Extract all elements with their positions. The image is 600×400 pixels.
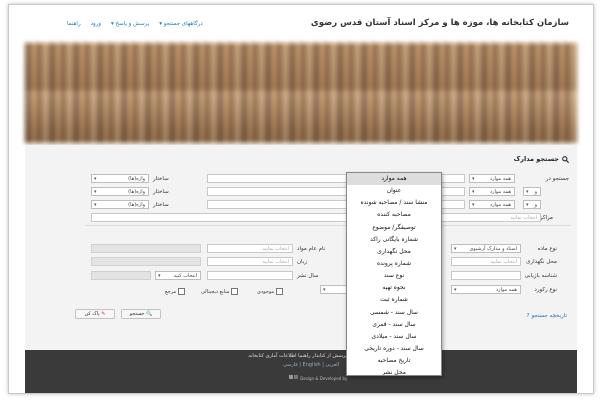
dropdown-option[interactable]: نحوه تهیه bbox=[347, 282, 441, 294]
credit-text: Design & Developed by bbox=[289, 374, 347, 381]
dropdown-option[interactable]: شماره ثبت bbox=[347, 294, 441, 306]
dropdown-option[interactable]: توصیفگر/ موضوع bbox=[347, 222, 441, 234]
filter-box-2 bbox=[91, 257, 201, 266]
history-link[interactable]: تاریخچه جستجو ? bbox=[527, 313, 567, 319]
nav-portals[interactable]: درگاههای جستجو ▾ bbox=[159, 21, 202, 27]
location-label: محل نگهداری bbox=[526, 259, 557, 265]
browser-frame: سازمان کتابخانه ها، موزه ها و مرکز اسناد… bbox=[8, 4, 594, 394]
available-checkbox[interactable]: موجودی bbox=[257, 288, 284, 295]
language-label: زبان bbox=[297, 259, 307, 265]
reference-checkbox[interactable]: مرجع bbox=[165, 288, 186, 295]
help-icon: ? bbox=[526, 313, 530, 319]
dropdown-option[interactable]: عنوان bbox=[347, 185, 441, 197]
reference-checkbox-label: مرجع bbox=[165, 288, 177, 295]
retrieval-id-input[interactable] bbox=[451, 271, 521, 280]
search-icon bbox=[562, 155, 569, 163]
field-select-1[interactable]: همه موارد bbox=[469, 174, 515, 183]
choose-select[interactable]: انتخاب کنید bbox=[155, 271, 201, 280]
dropdown-option[interactable]: سال سند - شمسی bbox=[347, 307, 441, 319]
dropdown-option[interactable]: منشا سند / مصاحبه شونده bbox=[347, 197, 441, 209]
filter-box-1 bbox=[91, 244, 201, 253]
mode-label-3: ساختار bbox=[153, 202, 169, 208]
year-range-box bbox=[91, 271, 151, 280]
field-select-2[interactable]: همه موارد bbox=[469, 187, 515, 196]
dropdown-option[interactable]: شماره بایگانی راکد bbox=[347, 234, 441, 246]
search-title: جستجو مدارک bbox=[513, 155, 559, 163]
centers-input[interactable]: انتخاب نمایید bbox=[91, 213, 541, 222]
mode-label-1: ساختار bbox=[153, 176, 169, 182]
words-select-2[interactable]: واژه(ها) bbox=[91, 187, 149, 196]
centers-label: مراکز bbox=[539, 215, 553, 221]
top-nav: درگاههای جستجو ▾ پرسش و پاسخ ▾ ورود راهن… bbox=[67, 21, 203, 27]
dropdown-option[interactable]: همه موارد bbox=[347, 173, 441, 186]
developer-logo-icon bbox=[289, 375, 298, 379]
dropdown-option[interactable]: سال سند - دوره تاریخی bbox=[347, 343, 441, 355]
logic-select-2[interactable]: و bbox=[523, 200, 541, 209]
panel-divider bbox=[85, 225, 571, 226]
mode-label-2: ساختار bbox=[153, 189, 169, 195]
digital-checkbox-label: منابع دیجیتالی bbox=[201, 288, 230, 295]
search-button[interactable]: 🔍 جستجو bbox=[121, 309, 161, 319]
dropdown-option[interactable]: شماره پرونده bbox=[347, 258, 441, 270]
search-heading: جستجو مدارک bbox=[514, 155, 569, 163]
clear-button-label: پاک کن bbox=[84, 311, 100, 317]
dropdown-option[interactable]: مصاحبه کننده bbox=[347, 209, 441, 221]
words-select-1[interactable]: واژه(ها) bbox=[91, 174, 149, 183]
material-name-input[interactable]: انتخاب نمایید bbox=[207, 244, 293, 253]
language-switch[interactable]: فارسی | English | العربی bbox=[283, 362, 339, 368]
search-panel: جستجو مدارک جستجو در همه موارد ساختار وا… bbox=[25, 145, 577, 350]
nav-login[interactable]: ورود bbox=[91, 21, 101, 27]
site-header: سازمان کتابخانه ها، موزه ها و مرکز اسناد… bbox=[9, 5, 593, 41]
dropdown-option[interactable]: تاریخ مصاحبه bbox=[347, 355, 441, 367]
retrieval-id-label: شناسه بازیابی bbox=[524, 273, 557, 279]
nav-qa[interactable]: پرسش و پاسخ ▾ bbox=[111, 21, 149, 27]
search-button-label: جستجو bbox=[129, 311, 145, 317]
material-name-label: نام عام مواد bbox=[297, 246, 326, 252]
history-link-label: تاریخچه جستجو bbox=[531, 313, 567, 319]
field-dropdown-list[interactable]: همه موارد عنوان منشا سند / مصاحبه شونده … bbox=[346, 172, 442, 376]
dropdown-option[interactable]: نوع سند bbox=[347, 270, 441, 282]
dropdown-option[interactable]: سال سند - قمری bbox=[347, 319, 441, 331]
site-title: سازمان کتابخانه ها، موزه ها و مرکز اسناد… bbox=[310, 18, 569, 28]
dropdown-option[interactable]: محل نشر bbox=[347, 367, 441, 375]
eraser-icon: ✎ bbox=[101, 311, 106, 317]
clear-button[interactable]: ✎ پاک کن bbox=[75, 309, 115, 319]
language-input[interactable]: انتخاب نمایید bbox=[207, 257, 293, 266]
pub-year-input[interactable] bbox=[207, 271, 293, 280]
pub-year-label: سال نشر bbox=[297, 273, 319, 279]
field-select-3[interactable]: همه موارد bbox=[469, 200, 515, 209]
search-in-label: جستجو در bbox=[545, 176, 569, 182]
banner-overlay bbox=[25, 43, 577, 143]
doc-type-select[interactable]: اسناد و مدارک آرشیوی bbox=[451, 244, 521, 253]
site-footer: درباره ما پرسش از کتابدار راهنما اطلاعات… bbox=[25, 350, 577, 393]
record-type-select[interactable]: همه موارد bbox=[451, 285, 521, 294]
logic-select-1[interactable]: و bbox=[523, 187, 541, 196]
doc-type-label: نوع ماده bbox=[537, 246, 557, 252]
record-type-label: نوع رکورد bbox=[534, 287, 557, 293]
credit-label: Design & Developed by bbox=[300, 376, 348, 381]
location-input[interactable]: انتخاب نمایید bbox=[451, 257, 521, 266]
words-select-3[interactable]: واژه(ها) bbox=[91, 200, 149, 209]
available-checkbox-label: موجودی bbox=[257, 288, 275, 295]
dropdown-option[interactable]: محل نگهداری bbox=[347, 246, 441, 258]
nav-help[interactable]: راهنما bbox=[67, 21, 81, 27]
digital-checkbox[interactable]: منابع دیجیتالی bbox=[201, 288, 239, 295]
dropdown-option[interactable]: سال سند - میلادی bbox=[347, 331, 441, 343]
